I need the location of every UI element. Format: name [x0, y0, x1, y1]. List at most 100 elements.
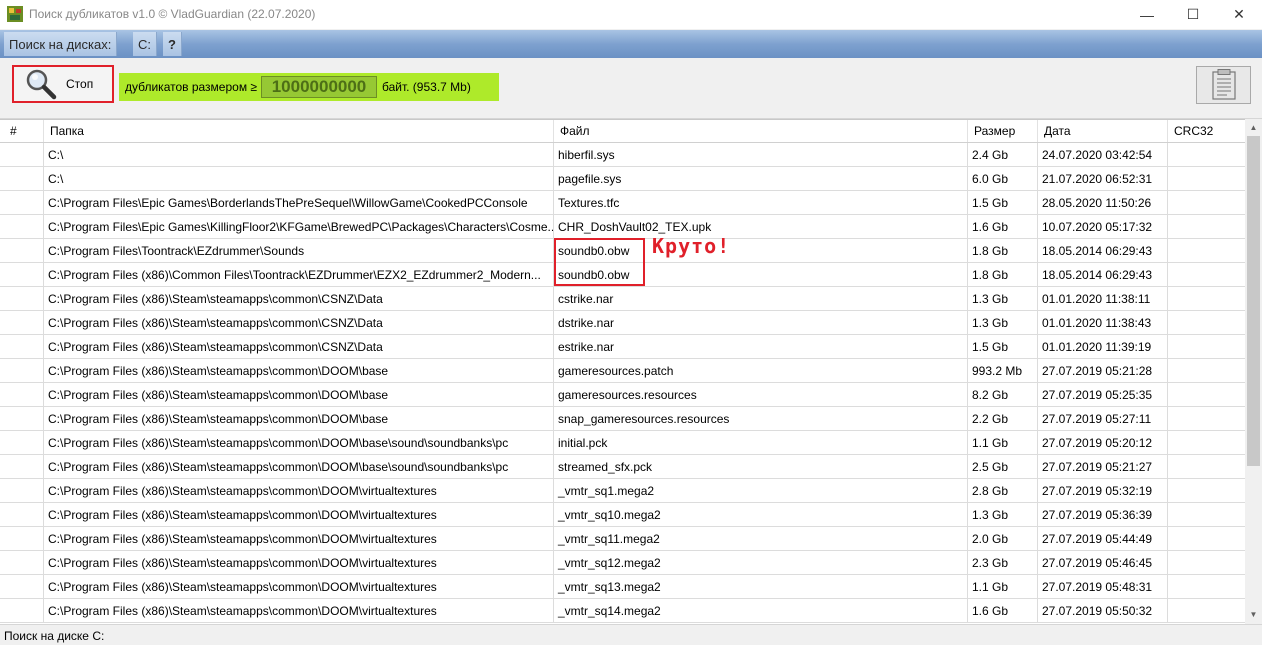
row-number — [0, 599, 44, 622]
row-size: 1.5 Gb — [968, 335, 1038, 358]
row-folder: C:\Program Files (x86)\Steam\steamapps\c… — [44, 335, 554, 358]
scroll-down-icon[interactable]: ▼ — [1245, 606, 1262, 623]
size-filter-prefix: дубликатов размером ≥ — [125, 80, 257, 94]
table-row[interactable]: C:\Program Files (x86)\Steam\steamapps\c… — [0, 599, 1245, 623]
table-row[interactable]: C:\Program Files (x86)\Steam\steamapps\c… — [0, 335, 1245, 359]
status-text: Поиск на диске C: — [4, 629, 105, 643]
row-size: 1.3 Gb — [968, 311, 1038, 334]
vertical-scrollbar[interactable]: ▲ ▼ — [1245, 119, 1262, 623]
row-date: 27.07.2019 05:20:12 — [1038, 431, 1168, 454]
row-file: _vmtr_sq14.mega2 — [554, 599, 968, 622]
row-folder: C:\Program Files\Epic Games\KillingFloor… — [44, 215, 554, 238]
table-row[interactable]: C:\Program Files\Epic Games\BorderlandsT… — [0, 191, 1245, 215]
row-crc32 — [1168, 335, 1245, 358]
table-row[interactable]: C:\Program Files (x86)\Steam\steamapps\c… — [0, 287, 1245, 311]
row-number — [0, 551, 44, 574]
table-row[interactable]: C:\Program Files (x86)\Steam\steamapps\c… — [0, 551, 1245, 575]
stop-button[interactable]: Стоп — [12, 65, 114, 103]
row-folder: C:\Program Files (x86)\Steam\steamapps\c… — [44, 311, 554, 334]
row-number — [0, 287, 44, 310]
row-size: 2.2 Gb — [968, 407, 1038, 430]
maximize-button[interactable]: ☐ — [1170, 0, 1216, 29]
row-size: 2.4 Gb — [968, 143, 1038, 166]
row-date: 27.07.2019 05:46:45 — [1038, 551, 1168, 574]
size-filter-suffix: байт. (953.7 Mb) — [382, 80, 471, 94]
magnifier-icon — [26, 69, 57, 100]
row-crc32 — [1168, 551, 1245, 574]
table-row[interactable]: C:\Program Files (x86)\Steam\steamapps\c… — [0, 527, 1245, 551]
table-row[interactable]: C:\Program Files (x86)\Steam\steamapps\c… — [0, 575, 1245, 599]
row-date: 27.07.2019 05:27:11 — [1038, 407, 1168, 430]
row-file: initial.pck — [554, 431, 968, 454]
row-file: gameresources.patch — [554, 359, 968, 382]
row-number — [0, 527, 44, 550]
row-crc32 — [1168, 359, 1245, 382]
row-folder: C:\ — [44, 143, 554, 166]
size-filter-panel: дубликатов размером ≥ 1000000000 байт. (… — [119, 73, 499, 101]
duplicate-highlight-box — [554, 238, 645, 286]
row-number — [0, 359, 44, 382]
row-file: Textures.tfc — [554, 191, 968, 214]
row-size: 1.1 Gb — [968, 575, 1038, 598]
row-crc32 — [1168, 479, 1245, 502]
row-number — [0, 575, 44, 598]
table-row[interactable]: C:\Program Files (x86)\Steam\steamapps\c… — [0, 431, 1245, 455]
row-number — [0, 479, 44, 502]
menu-drive-c[interactable]: C: — [133, 32, 157, 56]
row-file: dstrike.nar — [554, 311, 968, 334]
row-crc32 — [1168, 575, 1245, 598]
row-folder: C:\Program Files (x86)\Steam\steamapps\c… — [44, 599, 554, 622]
row-crc32 — [1168, 503, 1245, 526]
row-crc32 — [1168, 455, 1245, 478]
table-row[interactable]: C:\Program Files (x86)\Steam\steamapps\c… — [0, 407, 1245, 431]
column-header-crc32[interactable]: CRC32 — [1168, 120, 1245, 142]
menu-search-on-disks[interactable]: Поиск на дисках: — [4, 32, 118, 56]
stop-label: Стоп — [66, 77, 94, 91]
scrollbar-thumb[interactable] — [1247, 136, 1260, 466]
table-row[interactable]: C:\Program Files (x86)\Steam\steamapps\c… — [0, 479, 1245, 503]
row-date: 28.05.2020 11:50:26 — [1038, 191, 1168, 214]
column-header-number[interactable]: # — [0, 120, 44, 142]
row-date: 27.07.2019 05:21:27 — [1038, 455, 1168, 478]
row-crc32 — [1168, 311, 1245, 334]
row-crc32 — [1168, 167, 1245, 190]
table-row[interactable]: C:\Program Files\Epic Games\KillingFloor… — [0, 215, 1245, 239]
table-row[interactable]: C:\ pagefile.sys 6.0 Gb 21.07.2020 06:52:31 — [0, 167, 1245, 191]
table-row[interactable]: C:\Program Files (x86)\Steam\steamapps\c… — [0, 455, 1245, 479]
table-row[interactable]: C:\Program Files (x86)\Steam\steamapps\c… — [0, 311, 1245, 335]
column-header-size[interactable]: Размер — [968, 120, 1038, 142]
duplicates-table: # Папка Файл Размер Дата CRC32 C:\ hiberf… — [0, 119, 1245, 624]
table-header: # Папка Файл Размер Дата CRC32 — [0, 120, 1245, 143]
table-row[interactable]: C:\Program Files (x86)\Steam\steamapps\c… — [0, 359, 1245, 383]
row-crc32 — [1168, 383, 1245, 406]
row-folder: C:\Program Files (x86)\Steam\steamapps\c… — [44, 407, 554, 430]
notes-button[interactable] — [1196, 66, 1251, 104]
column-header-folder[interactable]: Папка — [44, 120, 554, 142]
column-header-file[interactable]: Файл — [554, 120, 968, 142]
row-number — [0, 455, 44, 478]
table-row[interactable]: C:\Program Files (x86)\Steam\steamapps\c… — [0, 503, 1245, 527]
row-size: 6.0 Gb — [968, 167, 1038, 190]
row-file: CHR_DoshVault02_TEX.upk — [554, 215, 968, 238]
table-row[interactable]: C:\ hiberfil.sys 2.4 Gb 24.07.2020 03:42:54 — [0, 143, 1245, 167]
table-row[interactable]: C:\Program Files (x86)\Steam\steamapps\c… — [0, 383, 1245, 407]
scroll-up-icon[interactable]: ▲ — [1245, 119, 1262, 136]
column-header-date[interactable]: Дата — [1038, 120, 1168, 142]
row-crc32 — [1168, 287, 1245, 310]
row-crc32 — [1168, 407, 1245, 430]
row-date: 27.07.2019 05:21:28 — [1038, 359, 1168, 382]
row-number — [0, 263, 44, 286]
row-folder: C:\Program Files (x86)\Steam\steamapps\c… — [44, 287, 554, 310]
menu-help[interactable]: ? — [163, 32, 182, 56]
row-date: 01.01.2020 11:38:43 — [1038, 311, 1168, 334]
size-threshold-input[interactable]: 1000000000 — [261, 76, 377, 98]
row-crc32 — [1168, 263, 1245, 286]
notepad-icon — [1211, 69, 1236, 100]
close-button[interactable]: ✕ — [1216, 0, 1262, 29]
row-crc32 — [1168, 599, 1245, 622]
row-file: _vmtr_sq10.mega2 — [554, 503, 968, 526]
row-crc32 — [1168, 143, 1245, 166]
minimize-button[interactable]: — — [1124, 0, 1170, 29]
row-number — [0, 215, 44, 238]
row-size: 2.0 Gb — [968, 527, 1038, 550]
